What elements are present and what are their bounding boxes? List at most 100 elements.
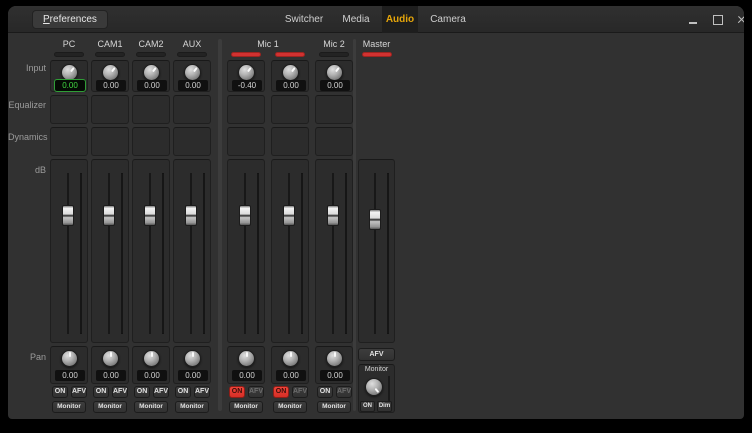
input-gain-knob[interactable] [238,64,255,81]
monitor-dim-button[interactable]: Dim [377,401,392,412]
monitor-on-button[interactable]: ON [360,401,375,412]
volume-fader-handle[interactable] [103,205,115,226]
afv-button[interactable]: AFV [71,386,87,398]
monitor-button[interactable]: Monitor [134,401,168,413]
volume-fader-panel [91,159,129,343]
input-gain-panel: 0.00 [271,60,309,92]
afv-button[interactable]: AFV [194,386,210,398]
volume-fader-handle[interactable] [185,205,197,226]
pan-value[interactable]: 0.00 [232,370,262,381]
input-gain-value[interactable]: 0.00 [178,80,208,91]
input-gain-knob[interactable] [184,64,201,81]
equalizer-panel [132,95,170,124]
input-gain-value[interactable]: 0.00 [320,80,350,91]
pan-knob[interactable] [184,350,201,367]
equalizer-panel [271,95,309,124]
pan-value[interactable]: 0.00 [55,370,85,381]
pan-value[interactable]: 0.00 [96,370,126,381]
close-icon[interactable] [734,6,744,33]
volume-fader-handle[interactable] [327,205,339,226]
input-gain-knob[interactable] [282,64,299,81]
monitor-button[interactable]: Monitor [273,401,307,413]
volume-fader-handle[interactable] [283,205,295,226]
afv-button[interactable]: AFV [153,386,169,398]
tab-switcher[interactable]: Switcher [278,6,330,33]
pan-panel: 0.00 [271,346,309,384]
knob-indicator [283,351,298,366]
pan-knob[interactable] [282,350,299,367]
on-button[interactable]: ON [93,386,109,398]
on-button[interactable]: ON [52,386,68,398]
vertical-level-meter [345,173,347,334]
tab-audio[interactable]: Audio [382,6,418,33]
monitor-button[interactable]: Monitor [229,401,263,413]
on-button[interactable]: ON [134,386,150,398]
input-gain-value[interactable]: 0.00 [55,80,85,91]
afv-button[interactable]: AFV [336,386,352,398]
pan-knob[interactable] [61,350,78,367]
pan-knob[interactable] [326,350,343,367]
monitor-button[interactable]: Monitor [93,401,127,413]
afv-button[interactable]: AFV [112,386,128,398]
on-button[interactable]: ON [273,386,289,398]
preferences-button[interactable]: Preferences [32,10,108,29]
level-meter-pill [54,52,84,57]
input-gain-knob[interactable] [143,64,160,81]
monitor-button[interactable]: Monitor [317,401,351,413]
fader-track [190,173,192,334]
volume-fader-handle[interactable] [239,205,251,226]
app-window: Preferences Switcher Media Audio Camera … [8,6,744,419]
master-afv-button[interactable]: AFV [358,348,395,361]
pan-value[interactable]: 0.00 [178,370,208,381]
row-label-dynamics: Dynamics [8,132,46,142]
row-label-pan: Pan [8,352,46,362]
monitor-button[interactable]: Monitor [175,401,209,413]
pan-knob[interactable] [102,350,119,367]
volume-fader-panel [173,159,211,343]
input-gain-value[interactable]: 0.00 [276,80,306,91]
vertical-level-meter [162,173,164,334]
tab-media[interactable]: Media [336,6,376,33]
maximize-icon[interactable] [710,6,724,33]
titlebar: Preferences Switcher Media Audio Camera [8,6,744,33]
monitor-level-knob[interactable] [365,378,383,396]
on-button[interactable]: ON [175,386,191,398]
group-separator [353,39,356,411]
input-gain-panel: 0.00 [173,60,211,92]
input-gain-value[interactable]: 0.00 [137,80,167,91]
volume-fader-panel [271,159,309,343]
input-gain-knob[interactable] [61,64,78,81]
equalizer-panel [227,95,265,124]
pan-value[interactable]: 0.00 [276,370,306,381]
pan-panel: 0.00 [173,346,211,384]
vertical-level-meter [257,173,259,334]
dynamics-panel [50,127,88,156]
master-level-meter-pill [362,52,392,57]
pan-knob[interactable] [143,350,160,367]
row-label-equalizer: Equalizer [8,100,46,110]
pan-knob[interactable] [238,350,255,367]
pan-value[interactable]: 0.00 [320,370,350,381]
input-gain-panel: 0.00 [132,60,170,92]
volume-fader-handle[interactable] [144,205,156,226]
on-button[interactable]: ON [229,386,245,398]
on-button[interactable]: ON [317,386,333,398]
knob-indicator [185,351,200,366]
afv-button[interactable]: AFV [292,386,308,398]
dynamics-panel [132,127,170,156]
pan-value[interactable]: 0.00 [137,370,167,381]
minimize-icon[interactable] [686,6,700,33]
afv-button[interactable]: AFV [248,386,264,398]
input-gain-knob[interactable] [102,64,119,81]
volume-fader-handle[interactable] [62,205,74,226]
tab-camera[interactable]: Camera [424,6,472,33]
volume-fader-panel [315,159,353,343]
input-gain-value[interactable]: -0.40 [232,80,262,91]
monitor-button[interactable]: Monitor [52,401,86,413]
input-gain-value[interactable]: 0.00 [96,80,126,91]
master-fader-handle[interactable] [369,209,381,230]
fader-track [244,173,246,334]
input-gain-knob[interactable] [326,64,343,81]
vertical-level-meter [80,173,82,334]
pan-panel: 0.00 [132,346,170,384]
